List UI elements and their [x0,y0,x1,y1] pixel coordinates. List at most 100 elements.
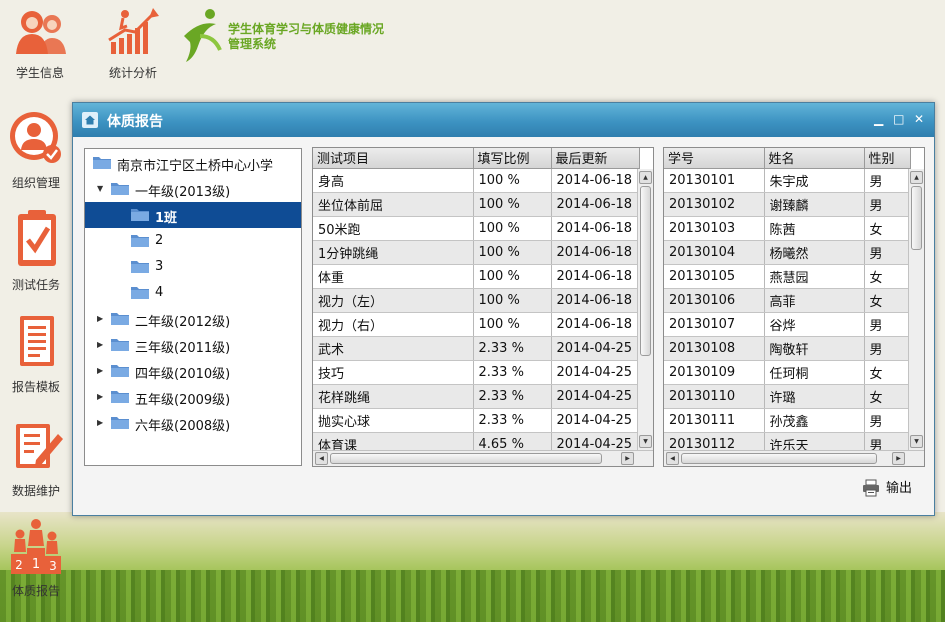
horizontal-scrollbar[interactable]: ◀ ▶ [313,450,653,466]
tree-node-grade1[interactable]: ▼ 一年级(2013级) [85,176,301,202]
side-item-test-tasks[interactable]: 测试任务 [0,208,72,293]
table-row[interactable]: 技巧 2.33 % 2014-04-25 [313,360,640,385]
expand-arrow-icon[interactable]: ▼ [97,184,103,193]
tree-node-grade5[interactable]: ▶ 五年级(2009级) [85,384,301,410]
collapse-arrow-icon[interactable]: ▶ [97,392,103,401]
table-row[interactable]: 20130104 杨曦然男 [664,240,911,265]
table-cell: 任珂桐 [764,360,865,385]
side-item-organization[interactable]: 组织管理 [0,108,72,191]
table-row[interactable]: 花样跳绳 2.33 % 2014-04-25 [313,384,640,409]
scroll-thumb[interactable] [330,453,602,464]
table-row[interactable]: 20130103 陈茜女 [664,216,911,241]
scroll-left-arrow-icon[interactable]: ◀ [315,452,328,465]
fitness-report-dialog: 体质报告 ▁ □ ✕ 南京市江宁区土桥中心小学 ▼ 一年级(2013级) 1班 … [72,102,935,516]
table-cell: 许璐 [764,384,865,409]
table-row[interactable]: 20130101 朱宇成男 [664,168,911,193]
collapse-arrow-icon[interactable]: ▶ [97,366,103,375]
table-row[interactable]: 视力（左） 100 % 2014-06-18 [313,288,640,313]
nav-item-statistics[interactable]: 统计分析 [93,6,173,81]
table-cell: 20130109 [664,360,765,385]
school-tree: 南京市江宁区土桥中心小学 ▼ 一年级(2013级) 1班 2 3 4 ▶ 二年级… [84,148,302,466]
table-row[interactable]: 武术 2.33 % 2014-04-25 [313,336,640,361]
column-header[interactable]: 最后更新 [551,148,640,169]
podium-icon: 1 2 3 [11,519,61,574]
table-cell: 20130104 [664,240,765,265]
collapse-arrow-icon[interactable]: ▶ [97,314,103,323]
collapse-arrow-icon[interactable]: ▶ [97,418,103,427]
scroll-thumb[interactable] [911,186,922,250]
side-item-fitness-report[interactable]: 1 2 3 体质报告 [0,516,72,599]
vertical-scrollbar[interactable]: ▲ ▼ [908,169,924,451]
table-row[interactable]: 1分钟跳绳 100 % 2014-06-18 [313,240,640,265]
tree-node-class-3[interactable]: 3 [85,254,301,280]
tree-node-grade4[interactable]: ▶ 四年级(2010级) [85,358,301,384]
tree-node-class-2[interactable]: 2 [85,228,301,254]
table-row[interactable]: 视力（右） 100 % 2014-06-18 [313,312,640,337]
column-header[interactable]: 测试项目 [313,148,474,169]
tree-node-grade2[interactable]: ▶ 二年级(2012级) [85,306,301,332]
nav-label-statistics: 统计分析 [108,66,157,80]
table-cell: 100 % [473,240,552,265]
table-row[interactable]: 抛实心球 2.33 % 2014-04-25 [313,408,640,433]
tree-node-school[interactable]: 南京市江宁区土桥中心小学 [85,150,301,176]
printer-icon [862,479,879,497]
table-cell: 视力（左） [313,288,474,313]
table-row[interactable]: 20130105 燕慧园女 [664,264,911,289]
table-cell: 男 [864,408,911,433]
dialog-title-bar[interactable]: 体质报告 ▁ □ ✕ [73,103,934,137]
scroll-thumb[interactable] [681,453,877,464]
minimize-button[interactable]: ▁ [872,112,886,126]
scroll-up-arrow-icon[interactable]: ▲ [910,171,923,184]
tree-label-school: 南京市江宁区土桥中心小学 [117,159,274,174]
scroll-right-arrow-icon[interactable]: ▶ [621,452,634,465]
background-grass-blades [0,570,945,622]
scroll-left-arrow-icon[interactable]: ◀ [666,452,679,465]
side-item-report-template[interactable]: 报告模板 [0,312,72,395]
table-row[interactable]: 坐位体前屈 100 % 2014-06-18 [313,192,640,217]
table-cell: 100 % [473,192,552,217]
table-row[interactable]: 20130110 许璐女 [664,384,911,409]
table-row[interactable]: 20130108 陶敬轩男 [664,336,911,361]
maximize-button[interactable]: □ [892,112,906,126]
column-header[interactable]: 填写比例 [473,148,552,169]
scroll-down-arrow-icon[interactable]: ▼ [910,435,923,448]
table-cell: 2014-04-25 [551,360,640,385]
table-row[interactable]: 体重 100 % 2014-06-18 [313,264,640,289]
collapse-arrow-icon[interactable]: ▶ [97,340,103,349]
scroll-right-arrow-icon[interactable]: ▶ [892,452,905,465]
side-item-data-maintenance[interactable]: 数据维护 [0,416,72,499]
table-cell: 体重 [313,264,474,289]
close-button[interactable]: ✕ [912,112,926,126]
table-row[interactable]: 20130107 谷烨男 [664,312,911,337]
tree-label-class: 1班 [155,211,178,226]
nav-item-students[interactable]: 学生信息 [0,6,80,81]
vertical-scrollbar[interactable]: ▲ ▼ [637,169,653,451]
tree-node-grade6[interactable]: ▶ 六年级(2008级) [85,410,301,436]
tree-node-class-1[interactable]: 1班 [85,202,301,228]
column-header[interactable]: 姓名 [764,148,865,169]
table-row[interactable]: 20130102 谢臻麟男 [664,192,911,217]
tree-node-class-4[interactable]: 4 [85,280,301,306]
export-button[interactable]: 输出 [862,477,912,498]
tree-node-grade3[interactable]: ▶ 三年级(2011级) [85,332,301,358]
scroll-down-arrow-icon[interactable]: ▼ [639,435,652,448]
organization-icon [10,112,61,163]
table-cell: 身高 [313,168,474,193]
svg-text:1: 1 [32,557,40,572]
column-header[interactable]: 性别 [864,148,911,169]
horizontal-scrollbar[interactable]: ◀ ▶ [664,450,924,466]
table-row[interactable]: 20130106 高菲女 [664,288,911,313]
table-cell: 2014-06-18 [551,264,640,289]
scroll-thumb[interactable] [640,186,651,356]
table-row[interactable]: 20130111 孙茂鑫男 [664,408,911,433]
side-label-organization: 组织管理 [11,176,60,190]
tree-label-class: 4 [155,285,164,300]
table-row[interactable]: 身高 100 % 2014-06-18 [313,168,640,193]
table-row[interactable]: 20130109 任珂桐女 [664,360,911,385]
table-cell: 2014-06-18 [551,216,640,241]
scroll-up-arrow-icon[interactable]: ▲ [639,171,652,184]
column-header[interactable]: 学号 [664,148,765,169]
side-label-fitness-report: 体质报告 [11,584,60,598]
table-row[interactable]: 50米跑 100 % 2014-06-18 [313,216,640,241]
folder-icon [131,209,149,221]
